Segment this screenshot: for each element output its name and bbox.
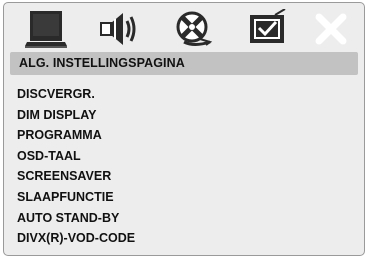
menu-item-sleep-timer[interactable]: SLAAPFUNCTIE <box>17 187 135 208</box>
menu-item-disc-lock[interactable]: DISCVERGR. <box>17 84 135 105</box>
checkbox-preferences-icon <box>245 9 291 49</box>
tv-monitor-icon <box>23 9 69 49</box>
menu-item-dim-display[interactable]: DIM DISPLAY <box>17 105 135 126</box>
menu-item-auto-standby[interactable]: AUTO STAND-BY <box>17 208 135 229</box>
settings-panel: ALG. INSTELLINGSPAGINA DISCVERGR. DIM DI… <box>3 2 365 256</box>
close-icon <box>311 9 351 49</box>
menu-item-screensaver[interactable]: SCREENSAVER <box>17 166 135 187</box>
tab-exit[interactable] <box>307 7 355 51</box>
speaker-sound-icon <box>95 9 141 49</box>
menu-item-program[interactable]: PROGRAMMA <box>17 125 135 146</box>
settings-menu: DISCVERGR. DIM DISPLAY PROGRAMMA OSD-TAA… <box>17 84 135 249</box>
menu-item-divx-vod-code[interactable]: DIVX(R)-VOD-CODE <box>17 228 135 249</box>
tab-general-setup[interactable] <box>22 7 70 51</box>
tab-preference-setup[interactable] <box>244 7 292 51</box>
tab-video-setup[interactable] <box>169 7 217 51</box>
tab-bar <box>4 3 364 53</box>
page-header: ALG. INSTELLINGSPAGINA <box>10 52 358 75</box>
menu-item-osd-language[interactable]: OSD-TAAL <box>17 146 135 167</box>
tab-audio-setup[interactable] <box>94 7 142 51</box>
video-reel-icon <box>170 9 216 49</box>
page-title: ALG. INSTELLINGSPAGINA <box>19 56 185 70</box>
